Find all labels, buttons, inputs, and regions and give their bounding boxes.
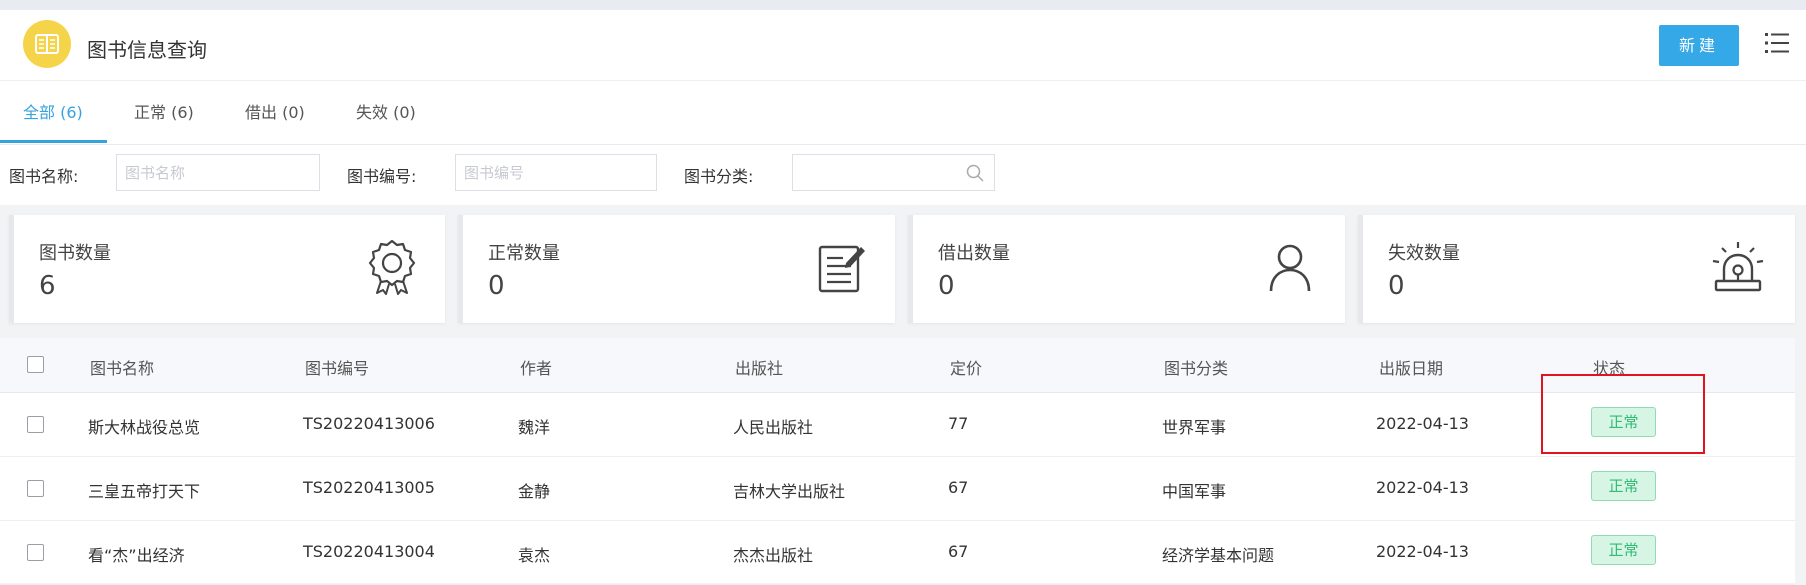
book-name-cell: 斯大林战役总览	[88, 418, 201, 437]
author-cell: 魏洋	[518, 418, 551, 437]
publish-date-cell: 2022-04-13	[1376, 542, 1469, 561]
price-cell: 67	[948, 478, 969, 497]
column-header[interactable]: 图书分类	[1164, 355, 1228, 379]
row-checkbox[interactable]	[27, 416, 44, 433]
column-header[interactable]: 图书编号	[305, 355, 369, 379]
active-tab-underline	[0, 140, 107, 143]
book-name-label: 图书名称:	[9, 167, 79, 186]
page-header: 图书信息查询 新建	[0, 10, 1806, 81]
author-cell: 袁杰	[518, 546, 551, 565]
stat-card-invalid: 失效数量 0	[1358, 215, 1795, 323]
book-code-input[interactable]	[455, 154, 657, 191]
column-header[interactable]: 出版社	[735, 355, 783, 379]
stat-value: 6	[39, 271, 56, 301]
page-title: 图书信息查询	[87, 38, 207, 62]
list-menu-icon[interactable]	[1765, 32, 1789, 58]
status-badge: 正常	[1591, 471, 1656, 501]
table-row[interactable]: 看“杰”出经济 TS20220413004 袁杰 杰杰出版社 67 经济学基本问…	[0, 521, 1795, 585]
book-category-label: 图书分类:	[684, 167, 754, 186]
stat-title: 正常数量	[488, 243, 560, 264]
tab-invalid[interactable]: 失效 (0)	[356, 81, 416, 144]
column-header[interactable]: 定价	[950, 355, 982, 379]
book-category-select[interactable]	[792, 154, 995, 191]
book-code-cell: TS20220413004	[303, 542, 435, 561]
book-name-input[interactable]	[116, 154, 320, 191]
tab-normal[interactable]: 正常 (6)	[134, 81, 194, 144]
table-row[interactable]: 斯大林战役总览 TS20220413006 魏洋 人民出版社 77 世界军事 2…	[0, 393, 1795, 457]
row-checkbox[interactable]	[27, 480, 44, 497]
publisher-cell: 吉林大学出版社	[733, 482, 846, 501]
book-code-cell: TS20220413006	[303, 414, 435, 433]
column-header[interactable]: 出版日期	[1379, 355, 1443, 379]
author-cell: 金静	[518, 482, 551, 501]
column-header[interactable]: 作者	[520, 355, 552, 379]
tab-borrowed[interactable]: 借出 (0)	[245, 81, 305, 144]
tab-all[interactable]: 全部 (6)	[23, 81, 83, 144]
stat-title: 借出数量	[938, 243, 1010, 264]
highlight-box	[1541, 374, 1705, 454]
stat-value: 0	[938, 271, 955, 301]
book-code-cell: TS20220413005	[303, 478, 435, 497]
table-row[interactable]: 三皇五帝打天下 TS20220413005 金静 吉林大学出版社 67 中国军事…	[0, 457, 1795, 521]
stat-title: 图书数量	[39, 243, 111, 264]
publish-date-cell: 2022-04-13	[1376, 478, 1469, 497]
select-all-checkbox[interactable]	[27, 356, 44, 373]
publisher-cell: 人民出版社	[733, 418, 814, 437]
category-cell: 中国军事	[1162, 482, 1227, 501]
category-cell: 经济学基本问题	[1162, 546, 1275, 565]
top-strip	[0, 0, 1806, 10]
publisher-cell: 杰杰出版社	[733, 546, 814, 565]
alarm-light-icon	[1710, 241, 1766, 297]
filter-bar: 图书名称: 图书编号: 图书分类:	[0, 145, 1806, 205]
row-checkbox[interactable]	[27, 544, 44, 561]
stat-value: 0	[488, 271, 505, 301]
stat-title: 失效数量	[1388, 243, 1460, 264]
table-header: 图书名称 图书编号 作者 出版社 定价 图书分类 出版日期 状态	[0, 338, 1795, 393]
book-name-cell: 看“杰”出经济	[88, 546, 185, 565]
book-table: 图书名称 图书编号 作者 出版社 定价 图书分类 出版日期 状态 斯大林战役总览…	[0, 338, 1795, 585]
new-button[interactable]: 新建	[1659, 25, 1739, 66]
stat-card-borrowed: 借出数量 0	[908, 215, 1345, 323]
stat-value: 0	[1388, 271, 1405, 301]
card-accent	[908, 215, 913, 323]
card-accent	[1358, 215, 1363, 323]
search-icon[interactable]	[966, 164, 984, 186]
status-badge: 正常	[1591, 535, 1656, 565]
user-icon	[1268, 243, 1312, 297]
column-header[interactable]: 图书名称	[90, 355, 154, 379]
edit-document-icon	[818, 243, 866, 299]
publish-date-cell: 2022-04-13	[1376, 414, 1469, 433]
status-tabs: 全部 (6) 正常 (6) 借出 (0) 失效 (0)	[0, 81, 1806, 145]
stat-card-normal: 正常数量 0	[458, 215, 895, 323]
card-accent	[9, 215, 14, 323]
app-logo	[23, 20, 71, 68]
book-name-cell: 三皇五帝打天下	[88, 482, 201, 501]
category-cell: 世界军事	[1162, 418, 1227, 437]
book-code-label: 图书编号:	[347, 167, 417, 186]
price-cell: 67	[948, 542, 969, 561]
stat-card-total: 图书数量 6	[9, 215, 445, 323]
price-cell: 77	[948, 414, 969, 433]
card-accent	[458, 215, 463, 323]
badge-gear-icon	[367, 239, 417, 299]
